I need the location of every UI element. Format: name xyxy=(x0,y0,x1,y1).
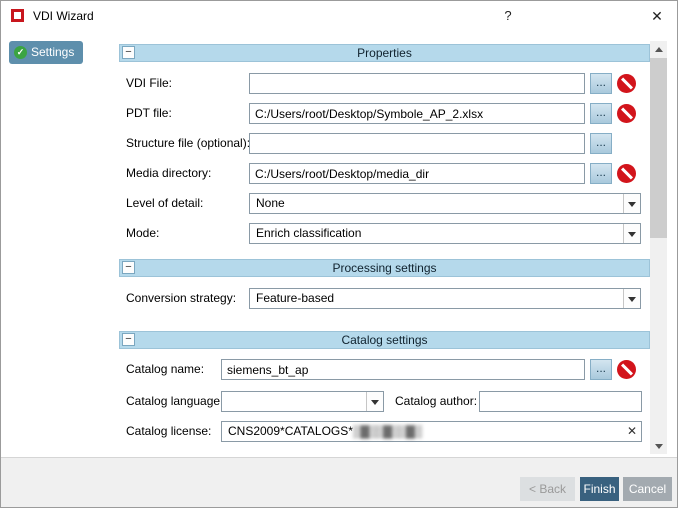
window-title: VDI Wizard xyxy=(33,1,94,31)
scroll-thumb[interactable] xyxy=(650,58,667,238)
vdi-file-prohibition-icon[interactable] xyxy=(617,74,636,93)
catalog-license-value: CNS2009*CATALOGS* xyxy=(228,424,353,438)
vdi-file-input[interactable] xyxy=(249,73,585,94)
media-directory-label: Media directory: xyxy=(126,163,211,184)
chevron-down-icon[interactable] xyxy=(623,289,640,308)
vdi-file-label: VDI File: xyxy=(126,73,172,94)
media-directory-input[interactable] xyxy=(249,163,585,184)
section-header-catalog: Catalog settings xyxy=(119,331,650,349)
collapse-button-properties[interactable]: − xyxy=(122,46,135,59)
close-button[interactable]: ✕ xyxy=(642,1,672,31)
structure-file-label: Structure file (optional): xyxy=(126,133,250,154)
vertical-scrollbar[interactable] xyxy=(650,41,667,454)
conversion-strategy-value: Feature-based xyxy=(256,289,334,308)
app-icon xyxy=(11,9,24,22)
pdt-file-input[interactable] xyxy=(249,103,585,124)
footer-bar: < Back Finish Cancel xyxy=(1,457,677,507)
media-directory-browse-button[interactable]: ... xyxy=(590,163,612,184)
scroll-up-button[interactable] xyxy=(650,41,667,58)
sidebar-item-settings[interactable]: ✓ Settings xyxy=(9,41,83,64)
chevron-down-icon[interactable] xyxy=(366,392,383,411)
section-title: Processing settings xyxy=(332,261,436,275)
clear-license-icon[interactable]: ✕ xyxy=(627,422,637,441)
collapse-button-processing[interactable]: − xyxy=(122,261,135,274)
structure-file-input[interactable] xyxy=(249,133,585,154)
vdi-file-browse-button[interactable]: ... xyxy=(590,73,612,94)
mode-label: Mode: xyxy=(126,223,159,244)
catalog-license-label: Catalog license: xyxy=(126,421,211,442)
mode-value: Enrich classification xyxy=(256,224,361,243)
check-circle-icon: ✓ xyxy=(14,46,27,59)
cancel-button[interactable]: Cancel xyxy=(623,477,672,501)
mode-select[interactable]: Enrich classification xyxy=(249,223,641,244)
chevron-down-icon[interactable] xyxy=(623,224,640,243)
chevron-down-icon[interactable] xyxy=(623,194,640,213)
section-title: Properties xyxy=(357,46,412,60)
section-header-processing: Processing settings xyxy=(119,259,650,277)
level-of-detail-value: None xyxy=(256,194,285,213)
catalog-name-input[interactable] xyxy=(221,359,585,380)
catalog-name-label: Catalog name: xyxy=(126,359,204,380)
section-title: Catalog settings xyxy=(341,333,427,347)
catalog-author-label: Catalog author: xyxy=(395,391,477,412)
pdt-file-browse-button[interactable]: ... xyxy=(590,103,612,124)
structure-file-browse-button[interactable]: ... xyxy=(590,133,612,154)
catalog-name-prohibition-icon[interactable] xyxy=(617,360,636,379)
finish-button[interactable]: Finish xyxy=(580,477,619,501)
catalog-license-redacted: ▒▓▒▒▓▒▒▓▒ xyxy=(353,424,421,438)
back-button: < Back xyxy=(520,477,575,501)
title-bar[interactable]: VDI Wizard ? ✕ xyxy=(1,1,677,31)
section-header-properties: Properties xyxy=(119,44,650,62)
level-of-detail-select[interactable]: None xyxy=(249,193,641,214)
catalog-language-select[interactable] xyxy=(221,391,384,412)
level-of-detail-label: Level of detail: xyxy=(126,193,203,214)
catalog-name-browse-button[interactable]: ... xyxy=(590,359,612,380)
conversion-strategy-label: Conversion strategy: xyxy=(126,288,236,309)
pdt-file-prohibition-icon[interactable] xyxy=(617,104,636,123)
sidebar-item-label: Settings xyxy=(31,41,74,64)
collapse-button-catalog[interactable]: − xyxy=(122,333,135,346)
scroll-down-button[interactable] xyxy=(650,437,667,454)
catalog-language-label: Catalog language: xyxy=(126,391,223,412)
help-button[interactable]: ? xyxy=(495,1,521,31)
pdt-file-label: PDT file: xyxy=(126,103,172,124)
conversion-strategy-select[interactable]: Feature-based xyxy=(249,288,641,309)
catalog-author-input[interactable] xyxy=(479,391,642,412)
media-directory-prohibition-icon[interactable] xyxy=(617,164,636,183)
catalog-license-input[interactable]: CNS2009*CATALOGS*▒▓▒▒▓▒▒▓▒ ✕ xyxy=(221,421,642,442)
